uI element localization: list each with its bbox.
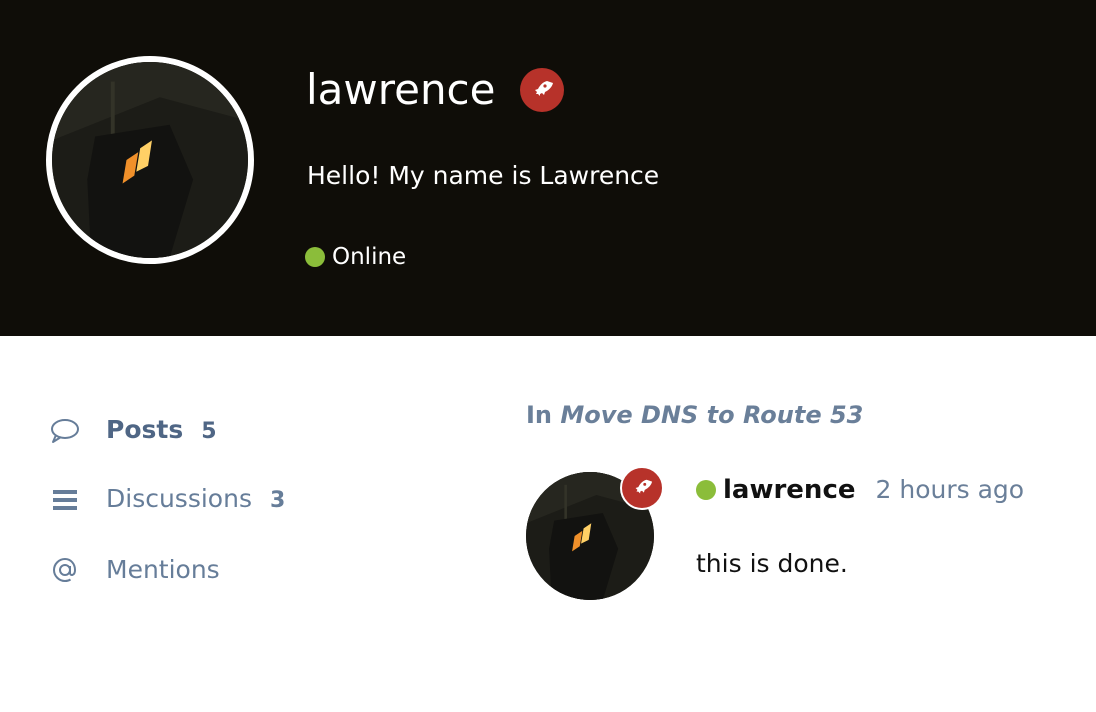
nav-item-posts[interactable]: Posts 5 (48, 414, 217, 448)
context-prefix: In (526, 401, 553, 429)
post-author[interactable]: lawrence (723, 473, 856, 507)
post-badge (620, 466, 664, 510)
nav-label-discussions: Discussions 3 (106, 482, 285, 518)
nav-discussions-text: Discussions (106, 484, 252, 513)
speech-bubble-icon (48, 414, 82, 448)
badge (520, 68, 564, 112)
rocket-icon (635, 479, 653, 494)
nav-count-discussions: 3 (269, 488, 286, 513)
list-icon (48, 483, 82, 517)
rocket-icon (535, 81, 553, 96)
profile-bio: Hello! My name is Lawrence (307, 161, 660, 190)
online-indicator-icon (696, 480, 716, 500)
avatar-photo (52, 62, 248, 258)
status-label: Online (332, 244, 407, 270)
nav-item-mentions[interactable]: Mentions (48, 553, 220, 587)
discussion-link[interactable]: Move DNS to Route 53 (560, 401, 863, 429)
at-sign-icon (48, 553, 82, 587)
online-status: Online (305, 242, 406, 272)
nav-count-posts: 5 (201, 419, 217, 444)
post-time[interactable]: 2 hours ago (876, 473, 1025, 507)
online-indicator-icon (305, 247, 325, 267)
profile-username: lawrence (306, 65, 496, 114)
post-context: In Move DNS to Route 53 (526, 398, 863, 432)
post-body: this is done. (696, 549, 848, 578)
profile-hero: lawrence Hello! My name is Lawrence Onli… (0, 0, 1096, 336)
nav-item-discussions[interactable]: Discussions 3 (48, 483, 285, 517)
nav-label-mentions: Mentions (106, 553, 220, 587)
avatar[interactable] (46, 56, 254, 264)
nav-label-posts: Posts 5 (106, 413, 217, 449)
nav-mentions-text: Mentions (106, 555, 220, 584)
post-header: lawrence 2 hours ago (696, 473, 1024, 507)
nav-posts-text: Posts (106, 415, 184, 444)
